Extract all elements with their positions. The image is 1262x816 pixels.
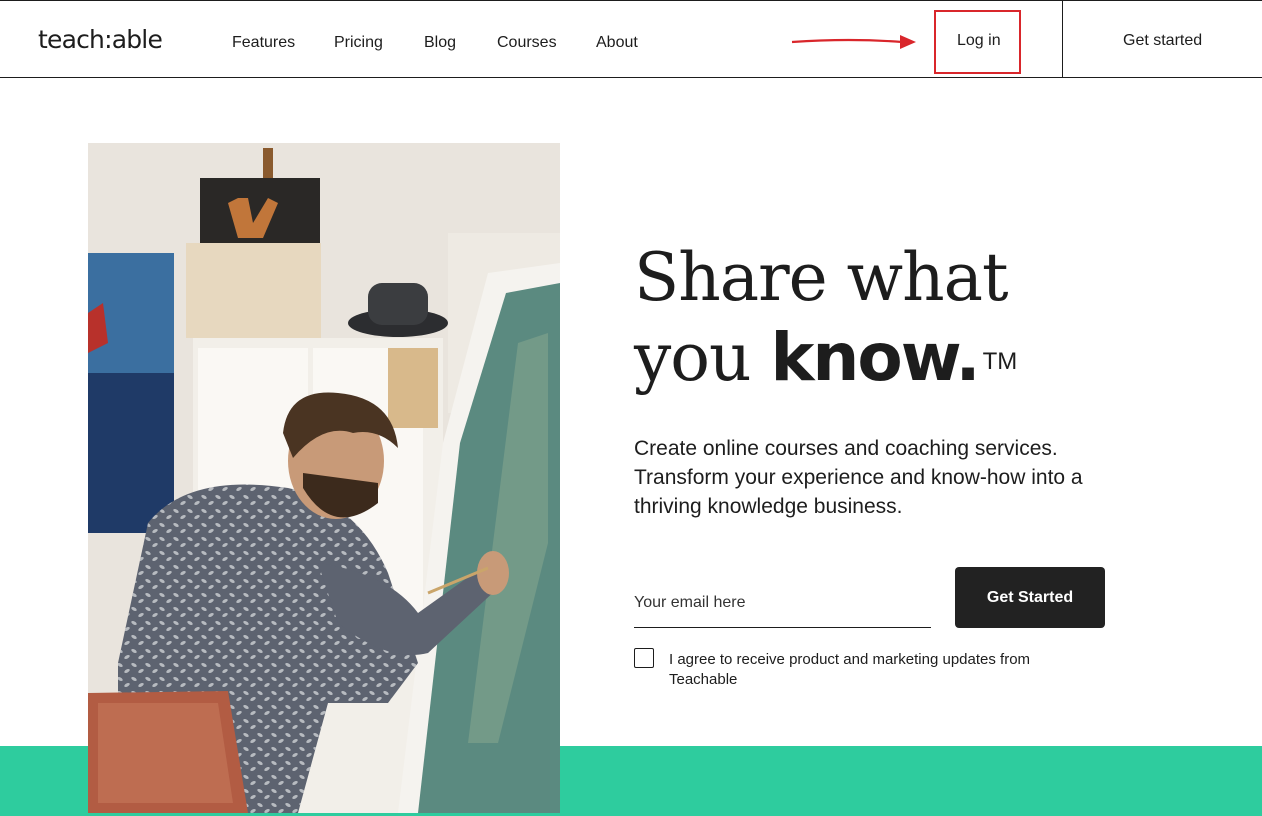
trademark-symbol: TM (982, 348, 1018, 375)
get-started-nav-link[interactable]: Get started (1123, 32, 1202, 50)
nav-about-link[interactable]: About (596, 34, 638, 52)
consent-label: I agree to receive product and marketing… (669, 651, 1031, 688)
headline-line-2-light: you (634, 319, 752, 396)
consent-checkbox[interactable] (634, 648, 654, 668)
hero-photo-artist-painting (88, 143, 560, 813)
red-arrow-icon (791, 35, 916, 49)
header-divider (1062, 1, 1063, 78)
nav-features-link[interactable]: Features (232, 34, 295, 52)
nav-courses-link[interactable]: Courses (497, 34, 557, 52)
top-navigation-bar: teach:able Features Pricing Blog Courses… (0, 0, 1262, 78)
nav-pricing-link[interactable]: Pricing (334, 34, 383, 52)
headline-line-1: Share what (634, 239, 1009, 316)
headline-line-2-bold: know. (770, 319, 981, 396)
teachable-logo[interactable]: teach:able (38, 25, 163, 54)
hero-subtext: Create online courses and coaching servi… (634, 437, 1083, 518)
hero-headline: Share what you know. TM (634, 238, 1017, 398)
get-started-button[interactable]: Get Started (955, 567, 1105, 628)
nav-blog-link[interactable]: Blog (424, 34, 456, 52)
email-input[interactable] (634, 578, 931, 628)
login-link[interactable]: Log in (957, 32, 1001, 50)
